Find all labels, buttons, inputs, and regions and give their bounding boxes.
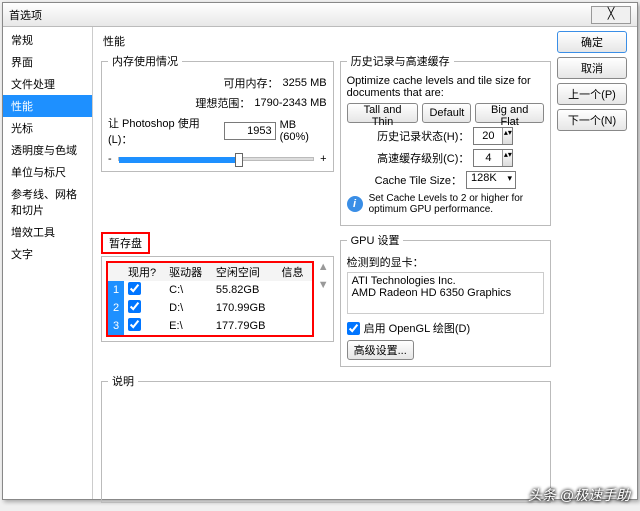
- sidebar-item-type[interactable]: 文字: [3, 243, 92, 265]
- dialog-buttons: 确定 取消 上一个(P) 下一个(N): [557, 27, 637, 499]
- sidebar-item-guides[interactable]: 参考线、网格和切片: [3, 183, 92, 221]
- default-button[interactable]: Default: [422, 103, 471, 123]
- slider-thumb[interactable]: [235, 153, 243, 167]
- gpu-card: AMD Radeon HD 6350 Graphics: [352, 287, 539, 299]
- sidebar-item-interface[interactable]: 界面: [3, 51, 92, 73]
- gpu-group: GPU 设置 检测到的显卡： ATI Technologies Inc. AMD…: [340, 232, 551, 367]
- titlebar[interactable]: 首选项 ╳: [3, 3, 637, 27]
- ideal-range-value: 1790-2343 MB: [254, 97, 326, 109]
- prev-button[interactable]: 上一个(P): [557, 83, 627, 105]
- cache-hint: Set Cache Levels to 2 or higher for opti…: [369, 193, 544, 215]
- info-icon: i: [347, 196, 363, 212]
- sidebar-item-transparency[interactable]: 透明度与色域: [3, 139, 92, 161]
- slider-minus[interactable]: -: [108, 153, 112, 165]
- memory-slider[interactable]: [118, 157, 314, 161]
- opengl-checkbox[interactable]: [347, 322, 360, 335]
- sidebar-item-cursors[interactable]: 光标: [3, 117, 92, 139]
- cache-levels-label: 高速缓存级别(C)：: [377, 150, 469, 166]
- history-cache-group: 历史记录与高速缓存 Optimize cache levels and tile…: [340, 53, 551, 226]
- disk-checkbox[interactable]: [128, 282, 141, 295]
- cancel-button[interactable]: 取消: [557, 57, 627, 79]
- watermark: 头条 @极速手助: [528, 485, 630, 505]
- window-title: 首选项: [9, 7, 587, 23]
- big-flat-button[interactable]: Big and Flat: [475, 103, 544, 123]
- scratch-legend: 暂存盘: [101, 232, 150, 254]
- move-up-icon[interactable]: ▲: [318, 261, 329, 273]
- history-states-spinner[interactable]: ▴▾: [473, 127, 513, 145]
- disk-checkbox[interactable]: [128, 300, 141, 313]
- detected-gpu-label: 检测到的显卡：: [347, 254, 544, 270]
- scratch-disk-group: 现用? 驱动器 空闲空间 信息 1 C:\: [101, 256, 334, 342]
- sidebar-item-general[interactable]: 常规: [3, 29, 92, 51]
- description-legend: 说明: [108, 373, 138, 389]
- col-drive: 驱动器: [165, 263, 212, 281]
- cache-levels-spinner[interactable]: ▴▾: [473, 149, 513, 167]
- move-down-icon[interactable]: ▼: [318, 279, 329, 291]
- description-group: 说明: [101, 373, 551, 503]
- tall-thin-button[interactable]: Tall and Thin: [347, 103, 419, 123]
- memory-group: 内存使用情况 可用内存： 3255 MB 理想范围： 1790-2343 MB …: [101, 53, 334, 172]
- ps-usage-label: 让 Photoshop 使用(L)：: [108, 115, 220, 147]
- main-panel: 性能 内存使用情况 可用内存： 3255 MB 理想范围： 1790-2343 …: [93, 27, 557, 499]
- advanced-settings-button[interactable]: 高级设置...: [347, 340, 414, 360]
- opengl-label: 启用 OpenGL 绘图(D): [364, 320, 471, 336]
- disk-checkbox[interactable]: [128, 318, 141, 331]
- col-info: 信息: [277, 263, 311, 281]
- tile-size-dropdown[interactable]: 128K: [466, 171, 516, 189]
- sidebar-item-performance[interactable]: 性能: [3, 95, 92, 117]
- ok-button[interactable]: 确定: [557, 31, 627, 53]
- table-row[interactable]: 2 D:\ 170.99GB: [108, 299, 312, 317]
- next-button[interactable]: 下一个(N): [557, 109, 627, 131]
- col-active: 现用?: [124, 263, 165, 281]
- tile-size-label: Cache Tile Size：: [375, 172, 462, 188]
- category-sidebar: 常规 界面 文件处理 性能 光标 透明度与色域 单位与标尺 参考线、网格和切片 …: [3, 27, 93, 499]
- avail-mem-label: 可用内存：: [224, 75, 279, 91]
- slider-plus[interactable]: +: [320, 153, 326, 165]
- sidebar-item-units[interactable]: 单位与标尺: [3, 161, 92, 183]
- ideal-range-label: 理想范围：: [195, 95, 250, 111]
- history-states-label: 历史记录状态(H)：: [377, 128, 469, 144]
- table-row[interactable]: 3 E:\ 177.79GB: [108, 317, 312, 335]
- table-header-row: 现用? 驱动器 空闲空间 信息: [108, 263, 312, 281]
- memory-legend: 内存使用情况: [108, 53, 182, 69]
- avail-mem-value: 3255 MB: [283, 77, 327, 89]
- close-icon[interactable]: ╳: [591, 6, 631, 24]
- preferences-window: 首选项 ╳ 常规 界面 文件处理 性能 光标 透明度与色域 单位与标尺 参考线、…: [2, 2, 638, 500]
- sidebar-item-filehandling[interactable]: 文件处理: [3, 73, 92, 95]
- gpu-legend: GPU 设置: [347, 232, 404, 248]
- scratch-disk-table: 现用? 驱动器 空闲空间 信息 1 C:\: [108, 263, 312, 335]
- ps-usage-unit: MB (60%): [280, 119, 327, 143]
- gpu-vendor: ATI Technologies Inc.: [352, 275, 539, 287]
- cache-desc: Optimize cache levels and tile size for …: [347, 75, 544, 99]
- sidebar-item-plugins[interactable]: 增效工具: [3, 221, 92, 243]
- ps-usage-input[interactable]: [224, 122, 276, 140]
- col-free: 空闲空间: [212, 263, 278, 281]
- panel-title: 性能: [101, 31, 551, 53]
- table-row[interactable]: 1 C:\ 55.82GB: [108, 281, 312, 299]
- history-legend: 历史记录与高速缓存: [347, 53, 454, 69]
